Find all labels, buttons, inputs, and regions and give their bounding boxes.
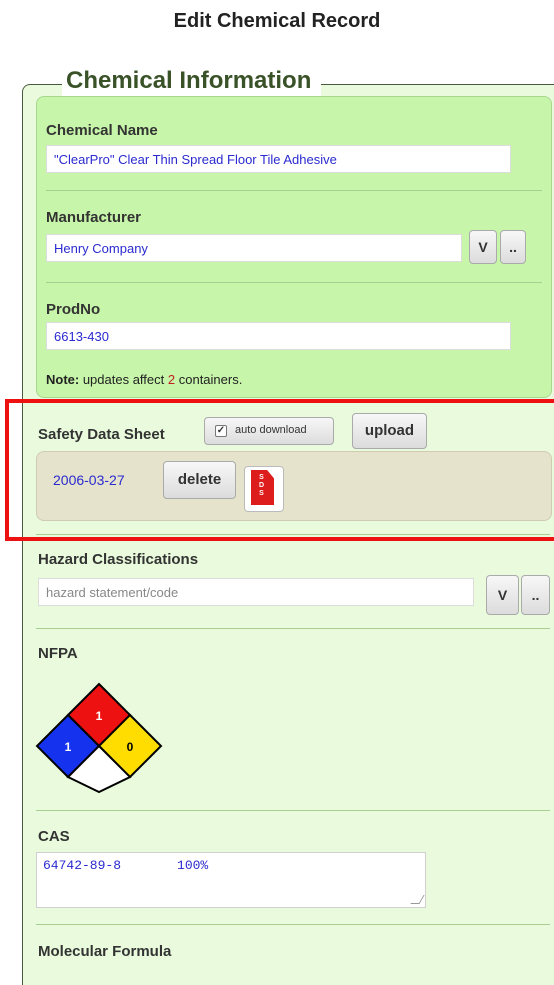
divider — [46, 190, 542, 191]
fieldset-legend: Chemical Information — [62, 65, 322, 97]
hazard-more-button[interactable]: .. — [521, 575, 550, 615]
manufacturer-label: Manufacturer — [46, 209, 142, 226]
textarea-resize-handle[interactable] — [410, 895, 425, 904]
prodno-input[interactable]: 6613-430 — [46, 322, 511, 350]
hazard-input-placeholder: hazard statement/code — [46, 585, 179, 600]
divider — [36, 924, 550, 925]
cas-label: CAS — [38, 828, 70, 845]
cas-textarea[interactable]: 64742-89-8 100% — [36, 852, 426, 908]
manufacturer-more-button[interactable]: .. — [500, 230, 526, 264]
divider — [36, 534, 550, 535]
nfpa-flammability-value: 1 — [96, 709, 103, 723]
legend-divider-left — [36, 84, 60, 85]
chemical-name-label: Chemical Name — [46, 122, 158, 139]
cas-number: 64742-89-8 — [43, 858, 122, 873]
cas-percent: 100% — [177, 858, 209, 873]
manufacturer-input[interactable]: Henry Company — [46, 234, 462, 262]
molecular-formula-label: Molecular Formula — [38, 943, 172, 960]
page-title: Edit Chemical Record — [173, 10, 381, 32]
chemical-name-input[interactable]: "ClearPro" Clear Thin Spread Floor Tile … — [46, 145, 511, 173]
hazard-classifications-label: Hazard Classifications — [38, 551, 199, 568]
legend-divider-right — [340, 84, 554, 85]
nfpa-label: NFPA — [38, 645, 78, 662]
nfpa-diamond: 1 1 0 — [35, 682, 163, 794]
hazard-select-button[interactable]: V — [486, 575, 519, 615]
note-prefix: Note: — [46, 372, 80, 387]
manufacturer-select-button[interactable]: V — [469, 230, 497, 264]
divider — [46, 282, 542, 283]
nfpa-instability-value: 0 — [127, 740, 134, 754]
prodno-label: ProdNo — [46, 301, 101, 318]
divider — [36, 810, 550, 811]
divider — [36, 628, 550, 629]
update-note: Note: updates affect 2 containers. — [46, 372, 242, 387]
hazard-input[interactable]: hazard statement/code — [38, 578, 474, 606]
nfpa-health-value: 1 — [65, 740, 72, 754]
highlight-box — [5, 399, 554, 541]
note-text: updates affect — [79, 372, 168, 387]
note-text-end: containers. — [175, 372, 243, 387]
